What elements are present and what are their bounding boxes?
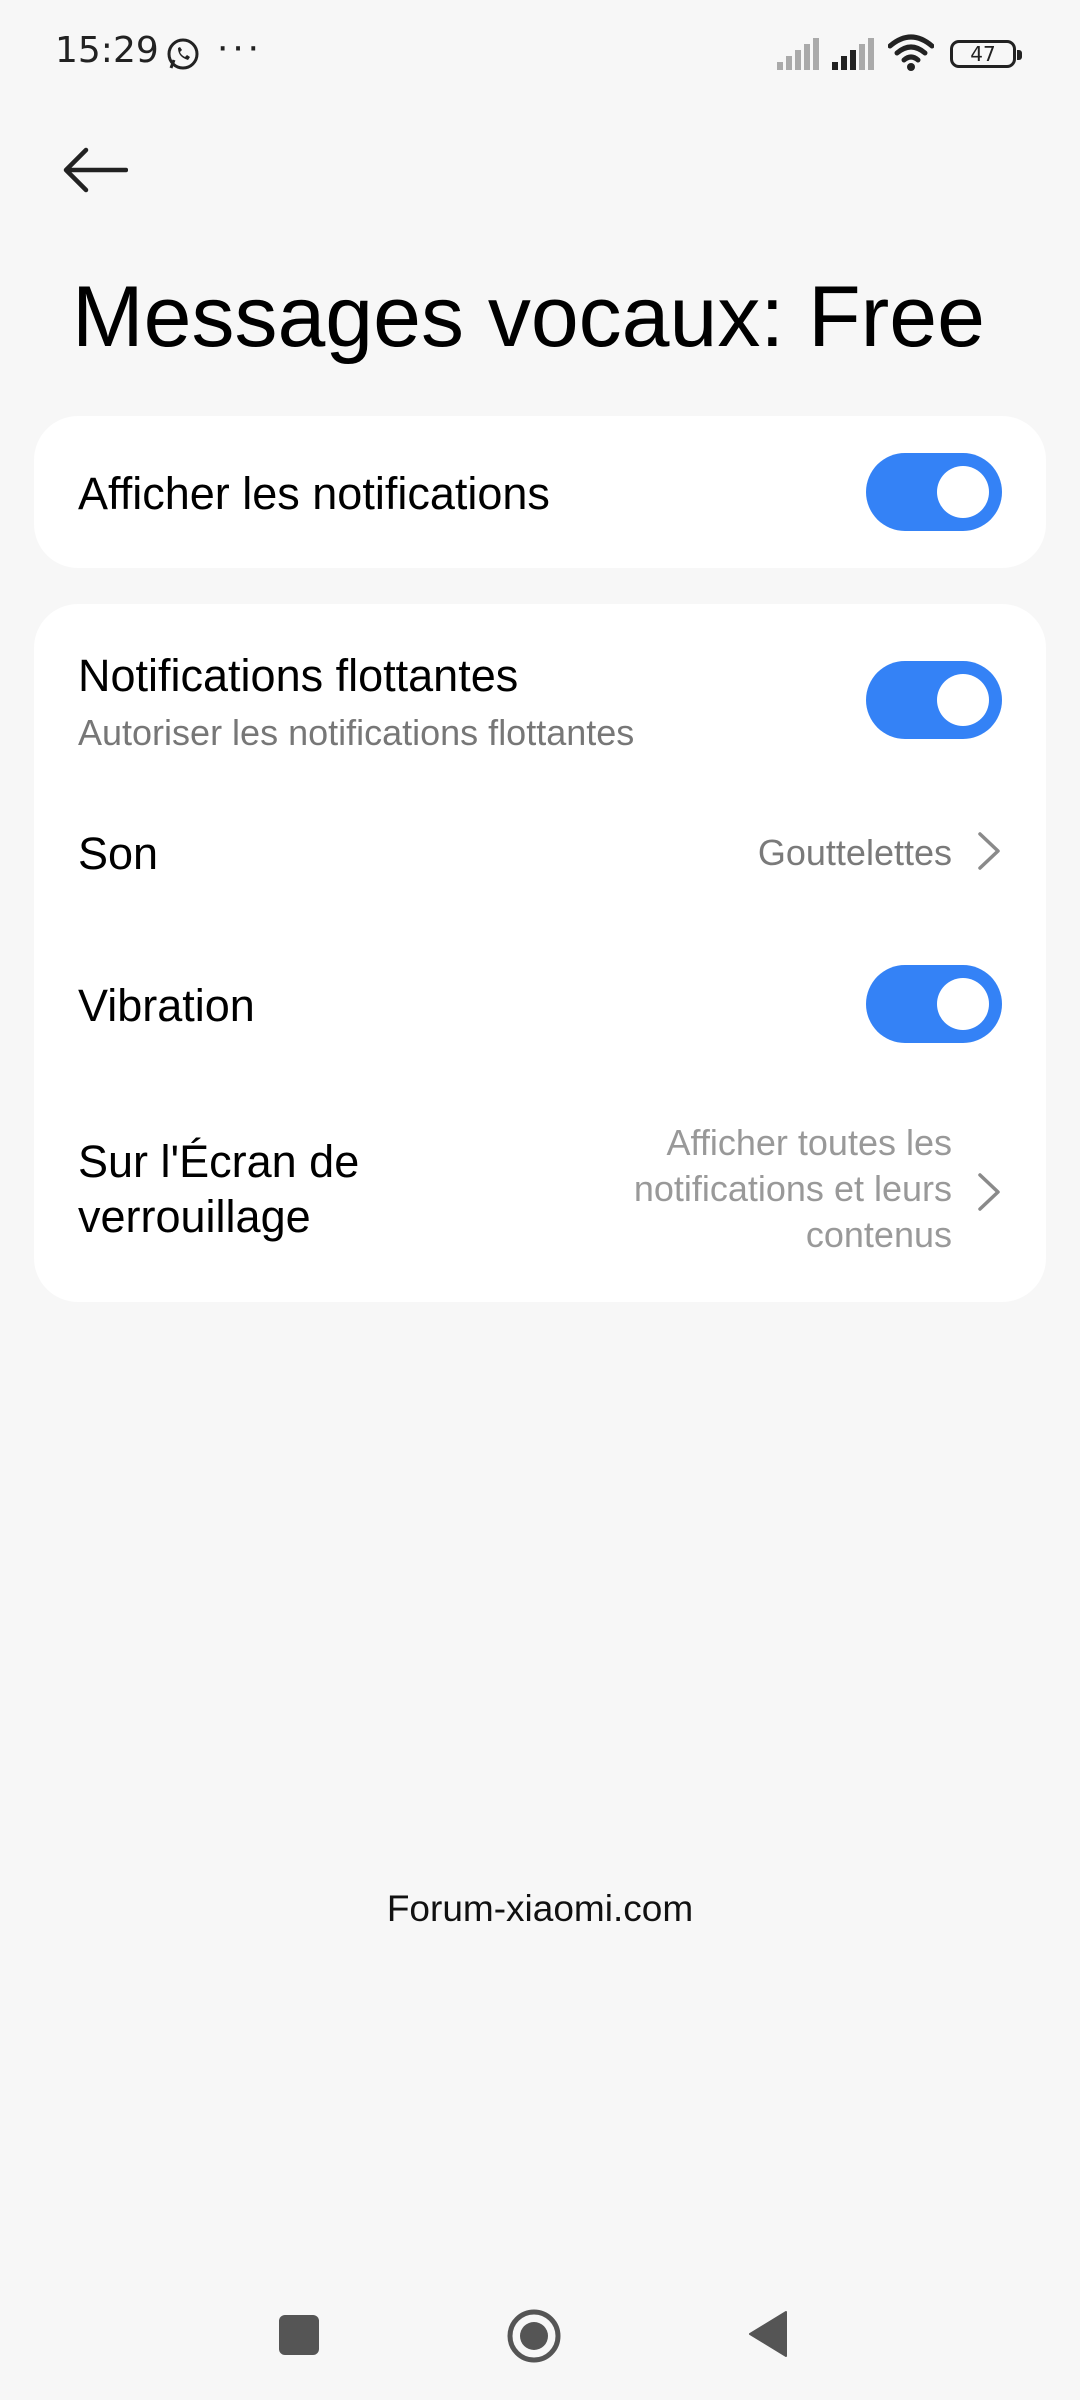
show-notifications-card: Afficher les notifications: [34, 416, 1046, 568]
toggle-knob: [937, 978, 989, 1030]
vibration-row[interactable]: Vibration: [34, 928, 1046, 1084]
lockscreen-label-line2: verrouillage: [78, 1191, 311, 1242]
floating-notifications-label: Notifications flottantes: [78, 650, 519, 701]
status-bar: 15:29 ··· 47: [0, 0, 1080, 108]
floating-notifications-toggle[interactable]: [866, 661, 1002, 739]
back-triangle-icon[interactable]: [748, 2310, 788, 2358]
status-time: 15:29: [55, 30, 159, 71]
signal-icon: [777, 38, 819, 70]
page-title: Messages vocaux: Free: [72, 269, 985, 365]
battery-icon: 47: [950, 40, 1022, 68]
wifi-icon: [888, 34, 934, 71]
show-notifications-toggle[interactable]: [866, 453, 1002, 531]
recents-square-icon[interactable]: [278, 2314, 320, 2356]
chevron-right-icon: [978, 1173, 1000, 1211]
lockscreen-value-line3: contenus: [805, 1214, 952, 1255]
navigation-bar: [0, 2280, 1080, 2390]
lockscreen-value-line2: notifications et leurs: [633, 1168, 952, 1209]
vibration-toggle[interactable]: [866, 965, 1002, 1043]
whatsapp-icon: [167, 38, 199, 70]
signal-icon: [832, 38, 874, 70]
chevron-right-icon: [978, 832, 1000, 870]
home-circle-icon[interactable]: [506, 2308, 562, 2364]
lockscreen-value-line1: Afficher toutes les: [666, 1122, 953, 1163]
show-notifications-row[interactable]: Afficher les notifications: [34, 416, 1046, 568]
floating-notifications-subtitle: Autoriser les notifications flottantes: [78, 712, 635, 753]
show-notifications-label: Afficher les notifications: [78, 468, 550, 519]
battery-level: 47: [970, 42, 996, 66]
sound-label: Son: [78, 828, 159, 879]
floating-notifications-row[interactable]: Notifications flottantes Autoriser les n…: [34, 604, 1046, 778]
status-overflow-icon: ···: [216, 24, 262, 68]
vibration-label: Vibration: [78, 980, 255, 1031]
lockscreen-row[interactable]: Sur l'Écran de verrouillage Afficher tou…: [34, 1084, 1046, 1302]
lockscreen-label-line1: Sur l'Écran de: [78, 1136, 360, 1187]
notification-settings-card: Notifications flottantes Autoriser les n…: [34, 604, 1046, 1302]
sound-value: Gouttelettes: [757, 832, 952, 873]
arrow-left-icon: [63, 147, 128, 193]
watermark: Forum-xiaomi.com: [386, 1888, 694, 1929]
toggle-knob: [937, 674, 989, 726]
back-button[interactable]: [62, 130, 158, 210]
toggle-knob: [937, 466, 989, 518]
sound-row[interactable]: Son Gouttelettes: [34, 778, 1046, 928]
